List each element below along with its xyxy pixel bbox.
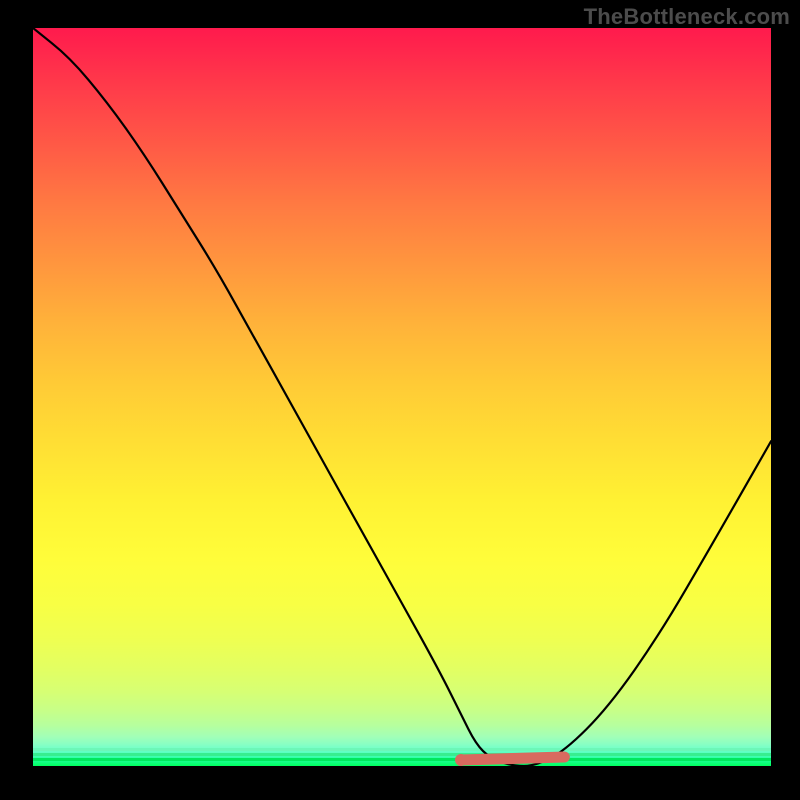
optimal-range-marker bbox=[461, 757, 564, 760]
optimal-point-marker bbox=[455, 754, 467, 766]
attribution-text: TheBottleneck.com bbox=[584, 4, 790, 30]
bottleneck-curve bbox=[33, 28, 771, 766]
chart-svg bbox=[33, 28, 771, 766]
chart-frame: TheBottleneck.com bbox=[0, 0, 800, 800]
